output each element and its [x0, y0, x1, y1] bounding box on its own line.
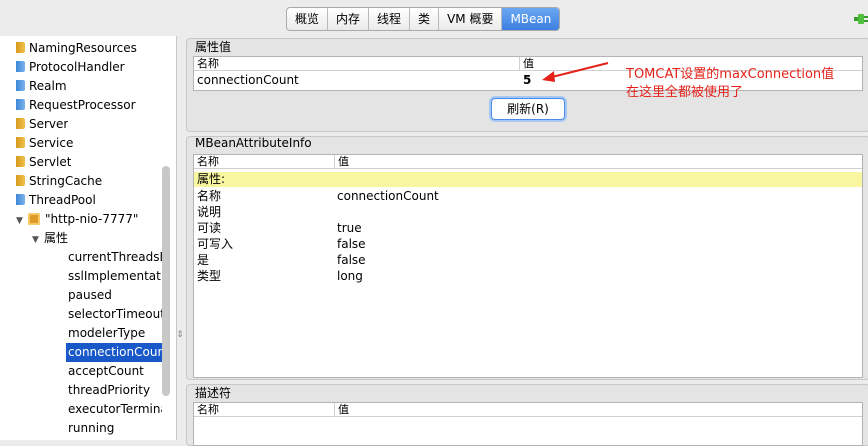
- tab-memory[interactable]: 内存: [328, 8, 370, 30]
- info-row-name: 类型: [197, 269, 222, 283]
- tree-item-paused[interactable]: paused: [68, 286, 162, 305]
- tree-item-selectortimeout[interactable]: selectorTimeout: [68, 305, 162, 324]
- tab-overview[interactable]: 概览: [287, 8, 329, 30]
- info-row-value: connectionCount: [337, 189, 439, 203]
- tree-item-threadpool[interactable]: ThreadPool: [16, 191, 96, 210]
- info-row-value: false: [337, 253, 366, 267]
- column-header-name[interactable]: 名称: [194, 155, 334, 169]
- annotation-arrow-icon: [542, 62, 609, 82]
- info-row-name: 名称: [197, 189, 222, 203]
- tab-threads[interactable]: 线程: [369, 8, 411, 30]
- tree-item-currentthreadsbusy[interactable]: currentThreadsBusy: [68, 248, 162, 267]
- tree-item-namingresources[interactable]: NamingResources: [16, 39, 137, 58]
- expand-arrow-icon[interactable]: ▼: [16, 212, 28, 229]
- tree-item-modelertype[interactable]: modelerType: [68, 324, 162, 343]
- tree-item-realm[interactable]: Realm: [16, 77, 67, 96]
- folder-icon: [16, 175, 25, 186]
- tree-item-service[interactable]: Service: [16, 134, 73, 153]
- info-row-name: 说明: [197, 205, 222, 219]
- column-header-name[interactable]: 名称: [194, 403, 334, 417]
- descriptor-title: 描述符: [195, 386, 232, 400]
- tree-item-sslimplementationname[interactable]: sslImplementationName: [68, 267, 162, 286]
- descriptor-table: 名称 值: [193, 402, 863, 446]
- connection-plug-icon[interactable]: [854, 12, 868, 26]
- info-row-value: [334, 204, 337, 220]
- tree-item-connectioncount[interactable]: connectionCount: [66, 343, 162, 362]
- expand-arrow-icon[interactable]: ▼: [32, 231, 44, 248]
- tree-scrollbar[interactable]: [162, 166, 170, 396]
- column-header-value[interactable]: 值: [334, 403, 862, 417]
- folder-icon: [16, 194, 25, 205]
- tree-item-stringcache[interactable]: StringCache: [16, 172, 102, 191]
- tab-vm-summary[interactable]: VM 概要: [439, 8, 503, 30]
- tree-item-running[interactable]: running: [68, 419, 162, 438]
- tab-mbean[interactable]: MBean: [502, 8, 560, 30]
- annotation-line-1: TOMCAT设置的maxConnection值: [626, 67, 835, 82]
- tree-item-protocolhandler[interactable]: ProtocolHandler: [16, 58, 125, 77]
- attribute-value-cell[interactable]: 5: [520, 72, 531, 88]
- info-row-name: 是: [197, 253, 210, 267]
- tab-bar: 概览 内存 线程 类 VM 概要 MBean: [286, 7, 561, 31]
- attribute-name-cell: connectionCount: [197, 73, 299, 87]
- tree-item-requestprocessor[interactable]: RequestProcessor: [16, 96, 136, 115]
- info-row-value: long: [337, 269, 363, 283]
- annotation-note: TOMCAT设置的maxConnection值 在这里全都被使用了: [626, 66, 834, 102]
- split-pane-handle-icon[interactable]: ⇕: [176, 328, 184, 342]
- tree-item-acceptcount[interactable]: acceptCount: [68, 362, 162, 381]
- mbean-attribute-info-panel: MBeanAttributeInfo 名称 值 属性: 名称 connectio…: [186, 136, 868, 380]
- tree-item-server[interactable]: Server: [16, 115, 68, 134]
- column-header-name[interactable]: 名称: [194, 57, 519, 71]
- folder-icon: [16, 137, 25, 148]
- attribute-value-title: 属性值: [195, 40, 232, 54]
- tree-item-http-nio[interactable]: ▼ "http-nio-7777": [16, 210, 138, 229]
- folder-icon: [16, 156, 25, 167]
- section-label: 属性:: [197, 172, 226, 186]
- folder-icon: [16, 80, 25, 91]
- descriptor-panel: 描述符 名称 值: [186, 384, 868, 446]
- mbean-tree: NamingResources ProtocolHandler Realm Re…: [0, 36, 177, 440]
- info-row-name: 可读: [197, 221, 222, 235]
- tab-classes[interactable]: 类: [410, 8, 440, 30]
- tree-item-threadpriority[interactable]: threadPriority: [68, 381, 162, 400]
- info-row-value: true: [337, 221, 362, 235]
- tree-item-attributes[interactable]: ▼ 属性: [32, 229, 68, 248]
- refresh-button[interactable]: 刷新(R): [491, 98, 565, 120]
- section-highlight-row: [194, 172, 862, 187]
- folder-icon: [16, 61, 25, 72]
- folder-icon: [16, 118, 25, 129]
- tree-item-executorterminationtimeout[interactable]: executorTerminationTimeoutMillis: [68, 400, 162, 419]
- info-row-name: 可写入: [197, 237, 234, 251]
- column-header-value[interactable]: 值: [334, 155, 862, 169]
- mbean-attribute-info-title: MBeanAttributeInfo: [195, 136, 312, 150]
- tree-item-servlet[interactable]: Servlet: [16, 153, 71, 172]
- folder-icon: [16, 42, 25, 53]
- mbean-attribute-info-table: 名称 值 属性: 名称 connectionCount 说明 可读 true 可…: [193, 154, 863, 378]
- info-row-value: false: [337, 237, 366, 251]
- folder-icon: [16, 99, 25, 110]
- annotation-line-2: 在这里全都被使用了: [626, 85, 744, 100]
- bean-icon: [28, 213, 40, 225]
